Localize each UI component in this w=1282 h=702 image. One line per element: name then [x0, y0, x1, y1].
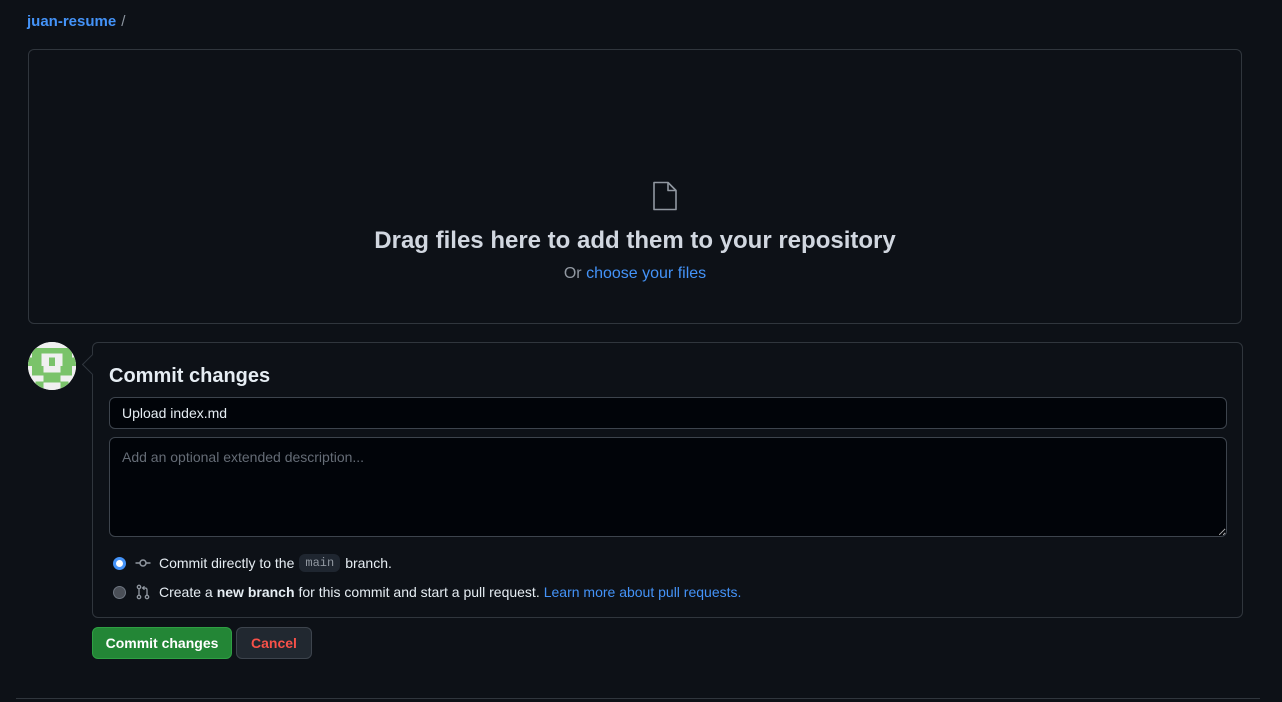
commit-description-input[interactable]: [109, 437, 1227, 537]
or-text: Or: [563, 265, 582, 282]
file-dropzone[interactable]: Drag files here to add them to your repo…: [28, 49, 1242, 324]
new-branch-suffix: for this commit and start a pull request…: [298, 584, 540, 600]
choose-files-link[interactable]: choose your files: [586, 265, 706, 282]
breadcrumb-separator: /: [121, 13, 126, 30]
commit-direct-suffix: branch.: [345, 555, 392, 571]
commit-direct-prefix: Commit directly to the: [159, 555, 295, 571]
commit-summary-input[interactable]: [109, 397, 1227, 429]
learn-more-pr-link[interactable]: Learn more about pull requests.: [544, 584, 742, 600]
avatar: [28, 342, 76, 390]
git-pull-request-icon: [136, 584, 150, 600]
divider: [16, 698, 1260, 699]
dropzone-headline: Drag files here to add them to your repo…: [374, 227, 896, 254]
commit-changes-button[interactable]: Commit changes: [92, 627, 232, 659]
new-branch-radio[interactable]: [113, 585, 126, 599]
option-commit-direct[interactable]: Commit directly to the main branch.: [113, 553, 392, 573]
git-commit-icon: [135, 559, 151, 567]
repo-link[interactable]: juan-resume: [27, 13, 116, 30]
new-branch-prefix: Create a: [159, 584, 213, 600]
new-branch-bold: new branch: [216, 584, 295, 600]
commit-form: Commit changes Commit directly to the ma…: [92, 342, 1243, 618]
commit-title: Commit changes: [109, 365, 271, 387]
file-icon: [653, 181, 677, 211]
cancel-button[interactable]: Cancel: [236, 627, 312, 659]
commit-direct-radio[interactable]: [113, 556, 126, 570]
breadcrumb: juan-resume /: [27, 12, 125, 32]
dropzone-subtext: Or choose your files: [29, 264, 1241, 284]
branch-name: main: [299, 554, 341, 572]
option-new-branch[interactable]: Create a new branch for this commit and …: [113, 582, 741, 602]
